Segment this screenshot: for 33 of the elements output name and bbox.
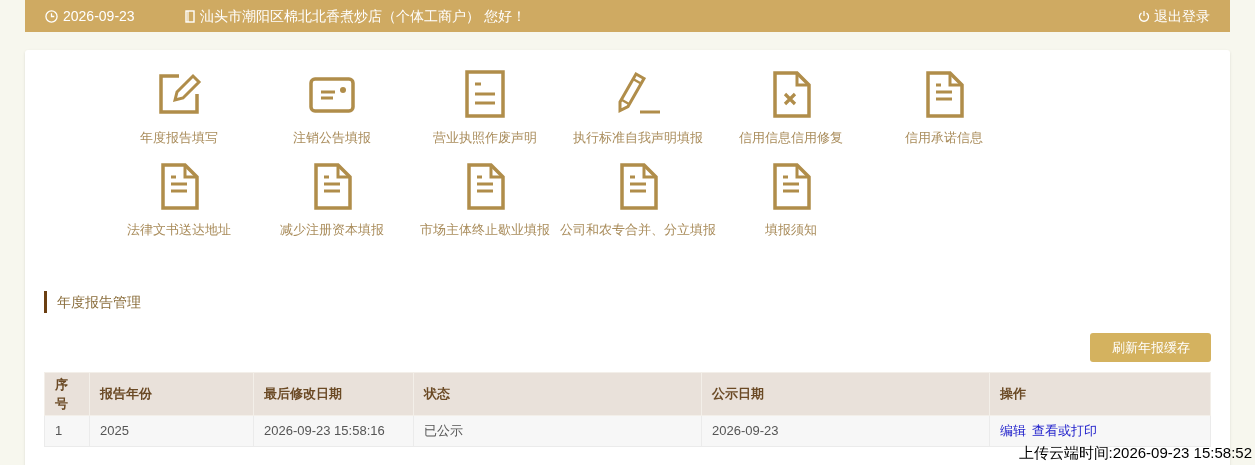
- greeting-text: 汕头市潮阳区棉北北香煮炒店（个体工商户） 您好！: [199, 6, 526, 26]
- menu-item[interactable]: 营业执照作废声明: [408, 70, 561, 148]
- column-header: 操作: [989, 372, 1211, 416]
- menu-item[interactable]: 执行标准自我声明填报: [561, 70, 714, 148]
- column-header: 状态: [413, 372, 702, 416]
- menu-item[interactable]: 减少注册资本填报: [255, 161, 408, 239]
- book-icon: [184, 9, 195, 23]
- refresh-button[interactable]: 刷新年报缓存: [1090, 333, 1211, 362]
- menu-item[interactable]: 信用承诺信息: [867, 70, 1020, 148]
- menu-item[interactable]: 信用信息信用修复: [714, 70, 867, 148]
- column-header: 序号: [44, 372, 90, 416]
- power-icon: [1138, 10, 1150, 22]
- column-header: 报告年份: [89, 372, 254, 416]
- menu-item[interactable]: 填报须知: [714, 161, 867, 239]
- table-cell: 1: [44, 415, 90, 447]
- column-header: 公示日期: [701, 372, 990, 416]
- section-title: 年度报告管理: [57, 292, 141, 312]
- header-date: 2026-09-23: [63, 6, 135, 26]
- menu-item[interactable]: 公司和农专合并、分立填报: [561, 161, 714, 239]
- menu-item[interactable]: 市场主体终止歇业填报: [408, 161, 561, 239]
- action-link[interactable]: 编辑: [1000, 423, 1026, 439]
- table-cell: 2026-09-23 15:58:16: [253, 415, 414, 447]
- table-cell: 已公示: [413, 415, 702, 447]
- action-link[interactable]: 查看或打印: [1032, 423, 1097, 439]
- clock-icon: [45, 9, 58, 23]
- menu-item[interactable]: 法律文书送达地址: [102, 161, 255, 239]
- upload-time-text: 上传云端时间:2026-09-23 15:58:52: [1018, 445, 1252, 460]
- menu-item[interactable]: 注销公告填报: [255, 70, 408, 148]
- table-cell: 2026-09-23: [701, 415, 990, 447]
- menu-item[interactable]: 年度报告填写: [102, 70, 255, 148]
- logout-link[interactable]: 退出登录: [1138, 5, 1210, 27]
- table-cell: 2025: [89, 415, 254, 447]
- column-header: 最后修改日期: [253, 372, 414, 416]
